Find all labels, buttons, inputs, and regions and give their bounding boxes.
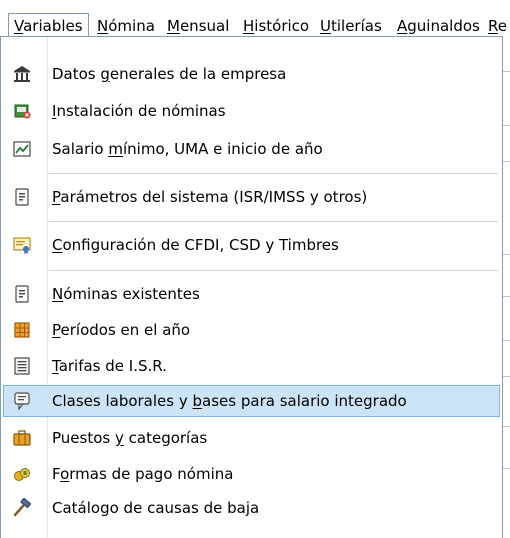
installer-icon (12, 101, 32, 121)
document-icon (12, 284, 32, 304)
document-icon (12, 187, 32, 207)
menu-item-label: Salario mínimo, UMA e inicio de año (52, 140, 323, 158)
hammer-icon (12, 498, 32, 518)
menu-separator (49, 221, 498, 222)
menu-reportes[interactable]: Re (488, 16, 507, 36)
calendar-grid-icon (12, 320, 32, 340)
menu-item-salario-minimo[interactable]: Salario mínimo, UMA e inicio de año (3, 133, 500, 165)
menu-historico[interactable]: Histórico (243, 16, 309, 36)
menu-item-label: Clases laborales y bases para salario in… (52, 392, 407, 410)
menu-variables[interactable]: Variables (8, 13, 89, 37)
menu-item-configuracion-cfdi[interactable]: Configuración de CFDI, CSD y Timbres (3, 229, 500, 261)
menu-bar: Variables Nómina Mensual Histórico Utile… (0, 0, 510, 38)
menu-item-parametros-sistema[interactable]: Parámetros del sistema (ISR/IMSS y otros… (3, 181, 500, 213)
menu-item-puestos-categorias[interactable]: Puestos y categorías (3, 422, 500, 454)
menu-item-catalogo-causas-baja[interactable]: Catálogo de causas de baja (3, 492, 500, 524)
menu-item-nominas-existentes[interactable]: Nóminas existentes (3, 278, 500, 310)
menu-item-label: Puestos y categorías (52, 429, 208, 447)
variables-dropdown-menu: Datos generales de la empresa Instalació… (0, 36, 503, 538)
bank-building-icon (12, 64, 32, 84)
screen: Variables Nómina Mensual Histórico Utile… (0, 0, 510, 538)
coins-icon (12, 464, 32, 484)
menu-item-instalacion-nominas[interactable]: Instalación de nóminas (3, 95, 500, 127)
menu-item-label: Tarifas de I.S.R. (52, 357, 167, 375)
menu-item-formas-pago[interactable]: Formas de pago nómina (3, 458, 500, 490)
menu-item-datos-generales[interactable]: Datos generales de la empresa (3, 58, 500, 90)
background-window-edge (503, 36, 510, 538)
line-chart-icon (12, 139, 32, 159)
menu-item-label: Datos generales de la empresa (52, 65, 287, 83)
speech-bubble-icon (12, 391, 32, 411)
menu-item-label: Instalación de nóminas (52, 102, 226, 120)
menu-aguinaldos[interactable]: Aguinaldos (397, 16, 480, 36)
menu-item-label: Parámetros del sistema (ISR/IMSS y otros… (52, 188, 368, 206)
menu-item-periodos-anio[interactable]: Períodos en el año (3, 314, 500, 346)
menu-item-label: Períodos en el año (52, 321, 191, 339)
menu-nomina[interactable]: Nómina (97, 16, 155, 36)
menu-mensual[interactable]: Mensual (167, 16, 229, 36)
list-document-icon (12, 356, 32, 376)
menu-item-label: Catálogo de causas de baja (52, 499, 260, 517)
menu-item-label: Nóminas existentes (52, 285, 200, 303)
briefcase-icon (12, 428, 32, 448)
menu-item-label: Formas de pago nómina (52, 465, 234, 483)
menu-separator (49, 173, 498, 174)
certificate-icon (12, 235, 32, 255)
menu-item-label: Configuración de CFDI, CSD y Timbres (52, 236, 339, 254)
menu-item-clases-laborales[interactable]: Clases laborales y bases para salario in… (3, 385, 500, 417)
menu-item-tarifas-isr[interactable]: Tarifas de I.S.R. (3, 350, 500, 382)
menu-utilerias[interactable]: Utilerías (320, 16, 382, 36)
menu-separator (49, 270, 498, 271)
